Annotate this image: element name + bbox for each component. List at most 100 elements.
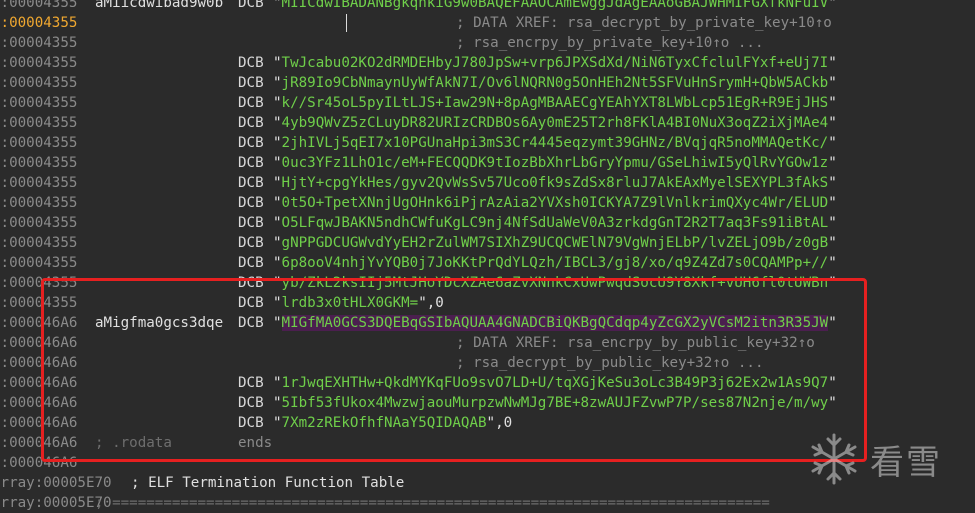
snowflake-icon — [811, 433, 857, 485]
address[interactable]: a:00004355 — [0, 273, 77, 293]
address[interactable]: array:00005E70 — [0, 473, 112, 493]
listing-line[interactable]: a:00004355 DCB "gNPPGDCUGWvdYyEH2rZulWM7SI… — [0, 233, 975, 253]
address[interactable]: a:00004355 — [0, 213, 77, 233]
quote-mark: " — [273, 275, 282, 291]
listing-line[interactable]: a:00004355 DCB "TwJcabu02KO2dRMDEHbyJ780Jp… — [0, 53, 975, 73]
string-value[interactable]: 7Xm2zREkOfhfNAaY5QIDAQAB — [282, 415, 487, 431]
listing-line[interactable]: a:000046A6 ; rsa_decrypt_by_public_key+32… — [0, 353, 975, 373]
address[interactable]: a:00004355 — [0, 233, 77, 253]
string-value[interactable]: yb/ZkL2ksIIj5MtJHoYDcXZAe6aZvXNnkCxUwPwq… — [282, 275, 829, 291]
symbol-label[interactable]: aMigfma0gcs3dqe — [95, 313, 223, 333]
string-literal[interactable]: "7Xm2zREkOfhfNAaY5QIDAQAB",0 — [273, 413, 512, 433]
listing-line[interactable]: a:00004355 DCB "k//Sr45oL5pyILtLJS+Iaw29N+… — [0, 93, 975, 113]
selected-string-value[interactable]: MIGfMA0GCS3DQEBqGSIbAQUAA4GNADCBiQKBgQCd… — [281, 315, 829, 331]
string-value[interactable]: k//Sr45oL5pyILtLJS+Iaw29N+8pAgMBAAECgYEA… — [282, 95, 829, 111]
string-literal[interactable]: "O5LFqwJBAKN5ndhCWfuKgLC9nj4NfSdUaWeV0A3… — [273, 213, 837, 233]
listing-line[interactable]: a:00004355 DCB "jR89Io9CbNmaynUyWfAkN7I/Ov… — [0, 73, 975, 93]
directive-keyword: DCB — [238, 255, 264, 271]
address[interactable]: a:000046A6 — [0, 353, 77, 373]
address[interactable]: a:000046A6 — [0, 313, 77, 333]
listing-line[interactable]: a:000046A6 ; DATA XREF: rsa_encrpy_by_pub… — [0, 333, 975, 353]
address[interactable]: a:00004355 — [0, 73, 77, 93]
listing-line[interactable]: a:00004355 DCB "O5LFqwJBAKN5ndhCWfuKgLC9nj… — [0, 213, 975, 233]
string-literal[interactable]: "jR89Io9CbNmaynUyWfAkN7I/Ov6lNQRN0g5OnHE… — [273, 73, 837, 93]
string-value[interactable]: jR89Io9CbNmaynUyWfAkN7I/Ov6lNQRN0g5OnHEh… — [282, 75, 829, 91]
listing-line[interactable]: a:00004355 ; DATA XREF: rsa_decrypt_by_pr… — [0, 13, 975, 33]
listing-line[interactable]: a:00004355 DCB "HjtY+cpgYkHes/gyv2QvWsSv57… — [0, 173, 975, 193]
string-literal[interactable]: "k//Sr45oL5pyILtLJS+Iaw29N+8pAgMBAAECgYE… — [273, 93, 837, 113]
xref-comment[interactable]: ; DATA XREF: rsa_decrypt_by_private_key+… — [456, 13, 832, 33]
address[interactable]: a:00004355 — [0, 193, 77, 213]
listing-line[interactable]: a:00004355 DCB "4yb9QWvZ5zCLuyDR82URIzCRDB… — [0, 113, 975, 133]
string-value[interactable]: 1rJwqEXHTHw+QkdMYKqFUo9svO7LD+U/tqXGjKeS… — [282, 375, 829, 391]
listing-line[interactable]: a:000046A6 aMigfma0gcs3dqe DCB "MIGfMA0GCS3… — [0, 313, 975, 333]
listing-line[interactable]: a:00004355 ; rsa_encrpy_by_private_key+10… — [0, 33, 975, 53]
watermark-text: 看雪 — [870, 442, 942, 483]
string-literal[interactable]: "1rJwqEXHTHw+QkdMYKqFUo9svO7LD+U/tqXGjKe… — [273, 373, 837, 393]
string-literal[interactable]: "yb/ZkL2ksIIj5MtJHoYDcXZAe6aZvXNnkCxUwPw… — [273, 273, 837, 293]
address[interactable]: a:000046A6 — [0, 393, 77, 413]
string-value[interactable]: lrdb3x0tHLX0GKM= — [282, 295, 419, 311]
listing-line[interactable]: a:000046A6 DCB "1rJwqEXHTHw+QkdMYKqFUo9svO… — [0, 373, 975, 393]
string-value[interactable]: 5Ibf53fUkox4MwzwjaouMurpzwNwMJg7BE+8zwAU… — [282, 395, 829, 411]
address[interactable]: a:00004355 — [0, 113, 77, 133]
listing-line[interactable]: a:00004355 DCB "0t5O+TpetXNnjUgOHnk6iPjrAz… — [0, 193, 975, 213]
string-value[interactable]: 0t5O+TpetXNnjUgOHnk6iPjrAzAia2YVXsh0ICKY… — [282, 195, 829, 211]
string-value[interactable]: HjtY+cpgYkHes/gyv2QvWsSv57Uco0fk9sZdSx8r… — [282, 175, 829, 191]
address[interactable]: a:00004355 — [0, 33, 77, 53]
address[interactable]: a:00004355 — [0, 153, 77, 173]
address[interactable]: a:000046A6 — [0, 433, 77, 453]
string-value[interactable]: MIICdwIBADANBgkqhkiG9w0BAQEFAAOCAmEwggJd… — [282, 0, 829, 11]
string-terminator: ,0 — [495, 415, 513, 431]
address[interactable]: a:00004355 — [0, 93, 77, 113]
address[interactable]: a:000046A6 — [0, 413, 77, 433]
string-literal[interactable]: "gNPPGDCUGWvdYyEH2rZulWM7SIXhZ9UCQCWElN7… — [273, 233, 837, 253]
xref-comment[interactable]: ; DATA XREF: rsa_encrpy_by_public_key+32… — [456, 333, 815, 353]
string-literal[interactable]: "HjtY+cpgYkHes/gyv2QvWsSv57Uco0fk9sZdSx8… — [273, 173, 837, 193]
directive-keyword: DCB — [238, 415, 264, 431]
string-literal[interactable]: "0t5O+TpetXNnjUgOHnk6iPjrAzAia2YVXsh0ICK… — [273, 193, 837, 213]
string-literal[interactable]: "2jhIVLj5qEI7x10PGUnaHpi3mS3Cr4445eqzymt… — [273, 133, 837, 153]
string-value[interactable]: TwJcabu02KO2dRMDEHbyJ780JpSw+vrp6JPXSdXd… — [282, 55, 829, 71]
quote-mark: " — [828, 95, 837, 111]
address[interactable]: a:00004355 — [0, 133, 77, 153]
listing-line[interactable]: a:00004355 DCB "2jhIVLj5qEI7x10PGUnaHpi3mS… — [0, 133, 975, 153]
string-literal[interactable]: "5Ibf53fUkox4MwzwjaouMurpzwNwMJg7BE+8zwA… — [273, 393, 837, 413]
string-value[interactable]: 2jhIVLj5qEI7x10PGUnaHpi3mS3Cr4445eqzymt3… — [282, 135, 829, 151]
string-value[interactable]: 0uc3YFz1LhO1c/eM+FECQQDK9tIozBbXhrLbGryY… — [282, 155, 829, 171]
listing-line[interactable]: a:00004355 DCB "6p8ooV4nhjYvYQB0j7JoKKtPrQ… — [0, 253, 975, 273]
string-literal[interactable]: "TwJcabu02KO2dRMDEHbyJ780JpSw+vrp6JPXSdX… — [273, 53, 837, 73]
string-literal[interactable]: "lrdb3x0tHLX0GKM=",0 — [273, 293, 444, 313]
address[interactable]: a:00004355 — [0, 53, 77, 73]
quote-mark: " — [273, 115, 282, 131]
address[interactable]: a:00004355 — [0, 173, 77, 193]
string-value[interactable]: 4yb9QWvZ5zCLuyDR82URIzCRDBOs6Ay0mE25T2rh… — [282, 115, 829, 131]
string-value[interactable]: gNPPGDCUGWvdYyEH2rZulWM7SIXhZ9UCQCWElN79… — [282, 235, 829, 251]
listing-line[interactable]: a:00004355 DCB "yb/ZkL2ksIIj5MtJHoYDcXZAe6… — [0, 273, 975, 293]
address[interactable]: a:00004355 — [0, 253, 77, 273]
section-comment: ; ELF Termination Function Table — [131, 475, 405, 491]
quote-mark: " — [273, 135, 282, 151]
listing-line[interactable]: a:000046A6 DCB "5Ibf53fUkox4MwzwjaouMurpzw… — [0, 393, 975, 413]
address[interactable]: a:000046A6 — [0, 373, 77, 393]
string-literal[interactable]: "MIGfMA0GCS3DQEBqGSIbAQUAA4GNADCBiQKBgQC… — [273, 313, 837, 333]
xref-comment[interactable]: ; rsa_encrpy_by_private_key+10↑o ... — [456, 33, 764, 53]
xref-comment[interactable]: ; rsa_decrypt_by_public_key+32↑o ... — [456, 353, 764, 373]
string-value[interactable]: 6p8ooV4nhjYvYQB0j7JoKKtPrQdYLQzh/IBCL3/g… — [282, 255, 829, 271]
string-literal[interactable]: "4yb9QWvZ5zCLuyDR82URIzCRDBOs6Ay0mE25T2r… — [273, 113, 837, 133]
address[interactable]: a:000046A6 — [0, 453, 77, 473]
address[interactable]: a:00004355 — [0, 0, 77, 13]
segment-comment: ; .rodata — [95, 435, 172, 451]
listing-line[interactable]: a:00004355 DCB "lrdb3x0tHLX0GKM=",0 — [0, 293, 975, 313]
symbol-label[interactable]: aMiicdwibad9w0b — [95, 0, 223, 13]
address[interactable]: a:00004355 — [0, 293, 77, 313]
listing-line[interactable]: a:00004355 DCB "0uc3YFz1LhO1c/eM+FECQQDK9t… — [0, 153, 975, 173]
string-value[interactable]: O5LFqwJBAKN5ndhCWfuKgLC9nj4NfSdUaWeV0A3z… — [282, 215, 829, 231]
listing-line[interactable]: a:00004355 aMiicdwibad9w0b DCB "MIICdwIBADA… — [0, 0, 975, 13]
address[interactable]: a:000046A6 — [0, 333, 77, 353]
listing-line[interactable]: array:00005E70; ========================… — [0, 493, 975, 513]
string-literal[interactable]: "0uc3YFz1LhO1c/eM+FECQQDK9tIozBbXhrLbGry… — [273, 153, 837, 173]
string-literal[interactable]: "6p8ooV4nhjYvYQB0j7JoKKtPrQdYLQzh/IBCL3/… — [273, 253, 837, 273]
string-literal[interactable]: "MIICdwIBADANBgkqhkiG9w0BAQEFAAOCAmEwggJ… — [273, 0, 837, 13]
address[interactable]: a:00004355 — [0, 13, 77, 33]
